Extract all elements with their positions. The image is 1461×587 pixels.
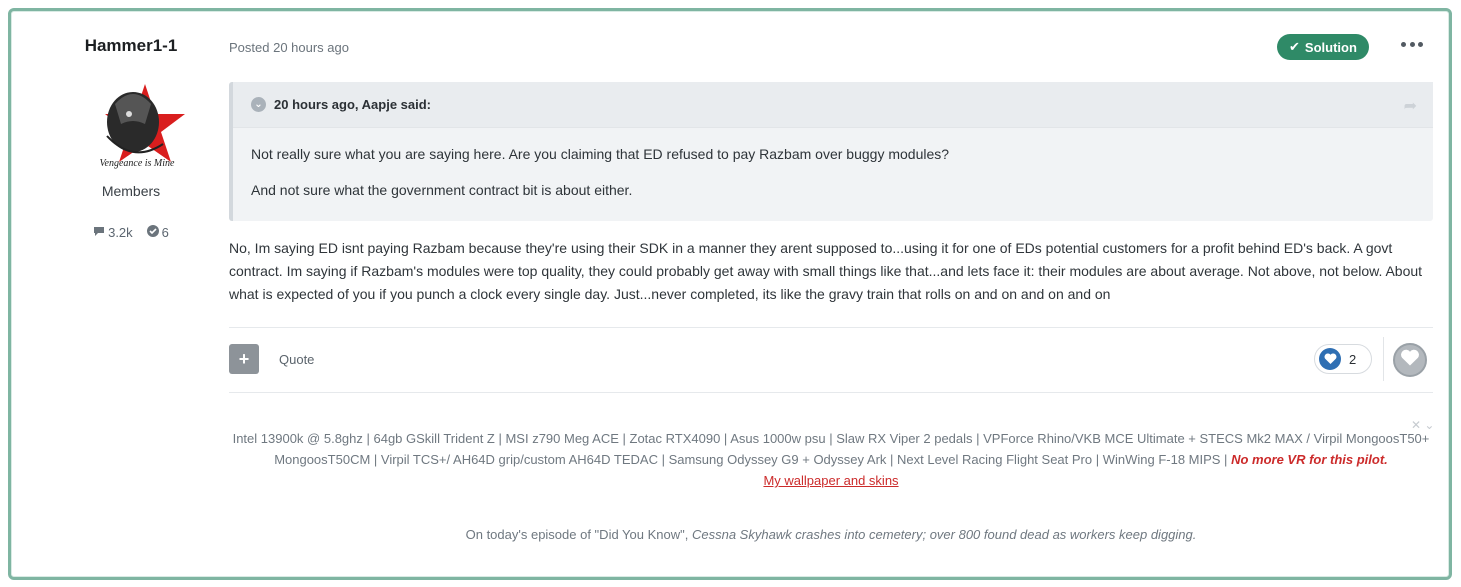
author-stats: 3.2k 6	[31, 225, 231, 240]
divider	[1383, 337, 1384, 381]
reaction-count: 2	[1349, 351, 1357, 367]
comment-icon	[93, 225, 105, 240]
wallpaper-link[interactable]: My wallpaper and skins	[763, 473, 898, 488]
divider	[229, 392, 1433, 393]
quote-body: Not really sure what you are saying here…	[233, 128, 1433, 199]
post-count[interactable]: 3.2k	[93, 225, 133, 240]
check-circle-icon	[146, 225, 159, 240]
solution-badge: ✔ Solution	[1277, 34, 1369, 60]
signature: Intel 13900k @ 5.8ghz | 64gb GSkill Trid…	[229, 428, 1433, 491]
reaction-summary[interactable]: 2	[1314, 344, 1372, 374]
signature-did-you-know: On today's episode of "Did You Know", Ce…	[465, 527, 1197, 542]
author-name[interactable]: Hammer1-1	[31, 36, 231, 56]
quote-line: Not really sure what you are saying here…	[251, 146, 950, 162]
quote-line: And not sure what the government contrac…	[251, 182, 633, 198]
divider	[229, 327, 1433, 328]
author-group: Members	[101, 183, 161, 199]
more-options-icon[interactable]	[1401, 36, 1423, 52]
share-arrow-icon[interactable]: ➦	[1404, 96, 1417, 116]
quote-citation[interactable]: 20 hours ago, Aapje said:	[274, 97, 431, 112]
checkmark-icon: ✔	[1289, 39, 1300, 54]
heart-icon	[1400, 349, 1420, 372]
post-body: No, Im saying ED isnt paying Razbam beca…	[229, 240, 1423, 302]
signature-no-vr: No more VR for this pilot.	[1231, 452, 1388, 467]
avatar[interactable]: Vengeance is Mine	[85, 74, 189, 178]
svg-text:Vengeance is Mine: Vengeance is Mine	[100, 158, 176, 169]
heart-icon	[1319, 348, 1341, 370]
post-timestamp[interactable]: Posted 20 hours ago	[229, 40, 349, 55]
multiquote-button[interactable]: +	[229, 344, 259, 374]
react-button[interactable]	[1393, 343, 1427, 377]
quoted-post: ⌄ 20 hours ago, Aapje said: ➦ Not really…	[229, 82, 1433, 221]
quote-header: ⌄ 20 hours ago, Aapje said:	[233, 82, 1433, 128]
forum-post: Hammer1-1 Vengeance is Mine Members 3.2k	[8, 8, 1452, 580]
solution-count[interactable]: 6	[146, 225, 169, 240]
chevron-down-icon[interactable]: ⌄	[251, 97, 266, 112]
quote-button[interactable]: Quote	[279, 352, 314, 367]
